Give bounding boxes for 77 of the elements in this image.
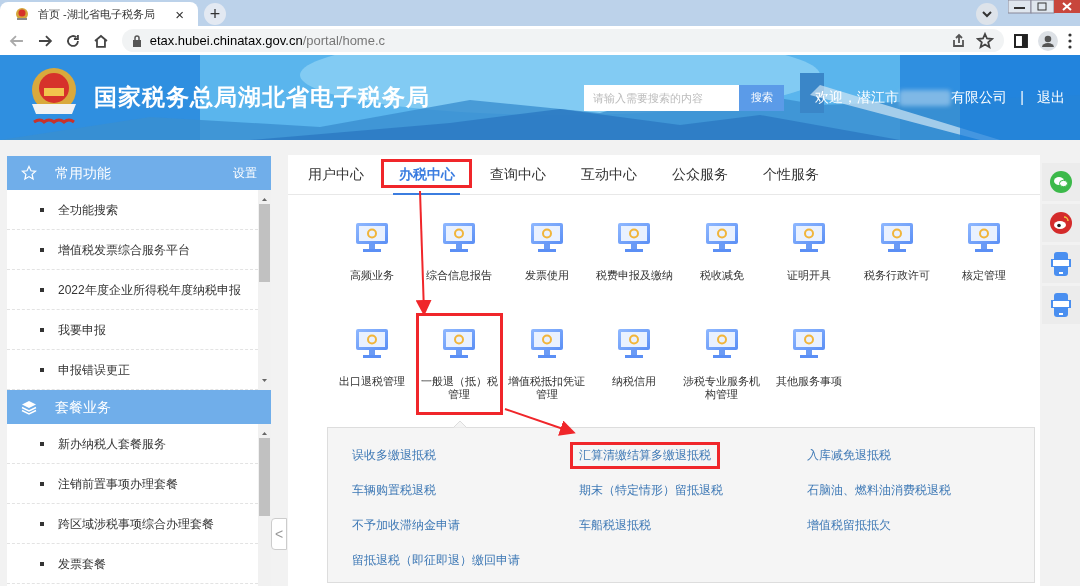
- eye-logo-icon: [1050, 212, 1072, 234]
- star-icon[interactable]: [976, 31, 995, 50]
- tab[interactable]: 个性服务: [745, 155, 836, 194]
- tab[interactable]: 用户中心: [290, 155, 381, 194]
- submenu-link[interactable]: 留抵退税（即征即退）缴回申请: [352, 552, 520, 569]
- service-tile[interactable]: 一般退（抵）税管理: [415, 313, 503, 417]
- service-tile[interactable]: 出口退税管理: [328, 313, 416, 417]
- monitor-icon: [704, 221, 739, 255]
- scrollbar[interactable]: [258, 424, 271, 586]
- monitor-icon: [704, 327, 739, 361]
- monitor-icon: [967, 221, 1002, 255]
- side-button[interactable]: [1042, 163, 1080, 201]
- scrollbar[interactable]: [258, 190, 271, 390]
- submenu-link[interactable]: 增值税留抵抵欠: [806, 517, 891, 534]
- monitor-icon: [792, 221, 827, 255]
- monitor-icon: [529, 327, 564, 361]
- side-panel-icon[interactable]: [1014, 33, 1029, 48]
- tab[interactable]: 互动中心: [563, 155, 654, 194]
- close-icon[interactable]: ×: [175, 6, 184, 22]
- service-tile[interactable]: 增值税抵扣凭证管理: [503, 313, 591, 417]
- service-tile[interactable]: 税务行政许可: [853, 207, 941, 311]
- tab[interactable]: 查询中心: [472, 155, 563, 194]
- dropdown-icon[interactable]: [976, 3, 998, 25]
- service-tile[interactable]: 核定管理: [940, 207, 1028, 311]
- emblem-icon: [14, 6, 30, 22]
- side-button[interactable]: [1042, 204, 1080, 242]
- address-bar[interactable]: etax.hubei.chinatax.gov.cn/portal/home.c: [121, 29, 1005, 52]
- service-tile[interactable]: 发票使用: [503, 207, 591, 311]
- url-text: etax.hubei.chinatax.gov.cn/portal/home.c: [149, 31, 387, 50]
- phone-app-icon: [1051, 292, 1071, 318]
- service-tile[interactable]: 税收减免: [678, 207, 766, 311]
- profile-icon[interactable]: [1038, 30, 1058, 51]
- company-name: 有限公司: [951, 88, 1008, 107]
- section-title: 常用功能: [55, 163, 112, 183]
- monitor-icon: [617, 221, 652, 255]
- service-tile[interactable]: 税费申报及缴纳: [590, 207, 678, 311]
- service-tile[interactable]: 涉税专业服务机构管理: [678, 313, 766, 417]
- tab[interactable]: 办税中心: [381, 155, 472, 194]
- submenu-link[interactable]: 期末（特定情形）留抵退税: [579, 482, 724, 499]
- monitor-icon: [879, 221, 914, 255]
- service-tile[interactable]: 纳税信用: [590, 313, 678, 417]
- service-tile[interactable]: 其他服务事项: [765, 313, 853, 417]
- monitor-icon: [354, 221, 389, 255]
- lock-icon: [131, 34, 142, 47]
- submenu-link[interactable]: 误收多缴退抵税: [352, 447, 436, 464]
- monitor-icon: [442, 221, 477, 255]
- monitor-icon: [354, 327, 389, 361]
- service-tile[interactable]: 综合信息报告: [415, 207, 503, 311]
- layers-icon: [21, 399, 37, 415]
- monitor-icon: [529, 221, 564, 255]
- tab-title: 首页 -湖北省电子税务局: [38, 6, 156, 22]
- monitor-icon: [792, 327, 827, 361]
- chat-bubbles-icon: [1050, 171, 1072, 193]
- section-title: 套餐业务: [55, 397, 112, 417]
- monitor-icon: [442, 327, 477, 361]
- annotation-arrow: [504, 408, 576, 436]
- browser-tab[interactable]: 首页 -湖北省电子税务局 ×: [0, 2, 198, 26]
- service-tile[interactable]: 高频业务: [328, 207, 416, 311]
- new-tab-button[interactable]: +: [204, 3, 226, 25]
- monitor-icon: [617, 327, 652, 361]
- submenu-link[interactable]: 石脑油、燃料油消费税退税: [806, 482, 951, 499]
- star-icon: [21, 165, 37, 181]
- logout-link[interactable]: 退出: [1037, 87, 1065, 108]
- submenu-link[interactable]: 不予加收滞纳金申请: [352, 517, 460, 534]
- separator-text: |: [1020, 88, 1024, 107]
- submenu-link[interactable]: 车辆购置税退税: [352, 482, 436, 499]
- side-button[interactable]: [1042, 286, 1080, 324]
- menu-icon[interactable]: [1068, 32, 1072, 49]
- tab[interactable]: 公众服务: [654, 155, 745, 194]
- submenu-link[interactable]: 车船税退抵税: [579, 517, 652, 534]
- side-button[interactable]: [1042, 245, 1080, 283]
- phone-app-icon: [1051, 251, 1071, 277]
- site-title: 国家税务总局湖北省电子税务局: [94, 83, 430, 113]
- service-tile[interactable]: 证明开具: [765, 207, 853, 311]
- submenu-link[interactable]: 入库减免退抵税: [806, 447, 891, 464]
- window-controls-icon[interactable]: [1008, 0, 1080, 14]
- submenu-link[interactable]: 汇算清缴结算多缴退抵税: [579, 447, 712, 464]
